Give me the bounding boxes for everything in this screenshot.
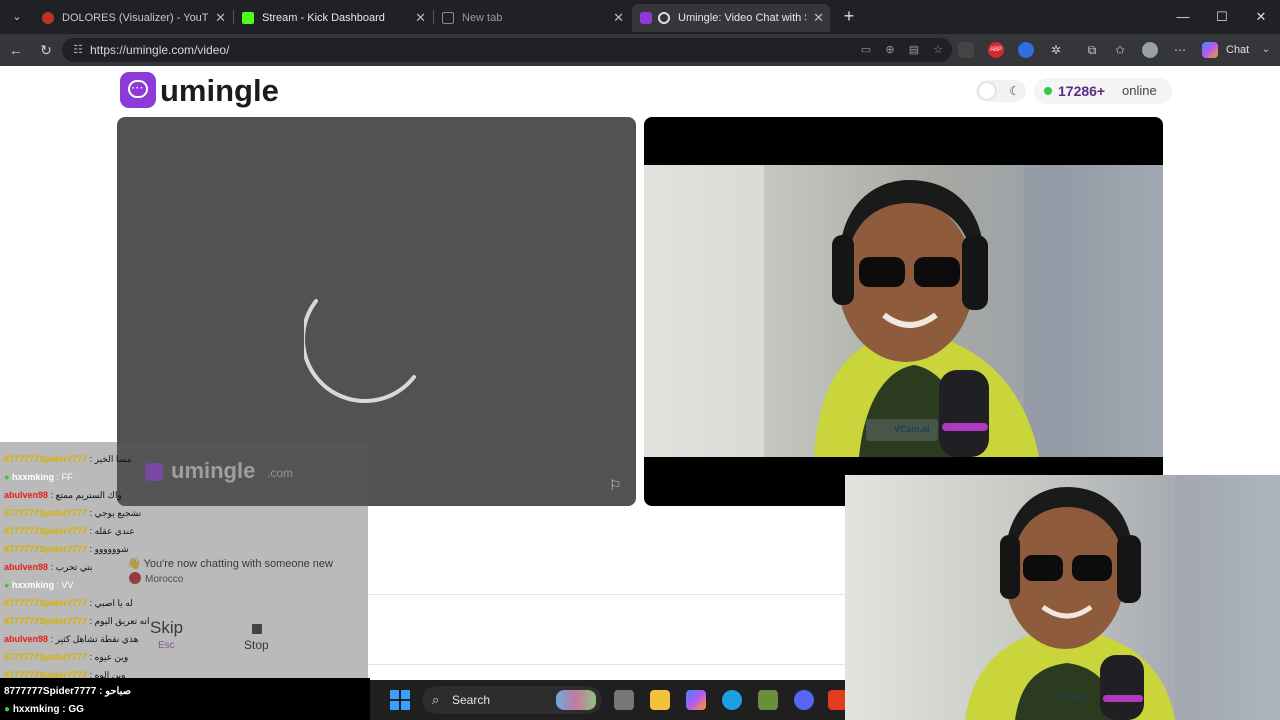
file-explorer-icon[interactable] (650, 690, 670, 710)
webcam-person-image (644, 165, 1163, 457)
maximize-button[interactable]: ☐ (1203, 0, 1241, 34)
online-count: 17286+ (1058, 83, 1106, 99)
site-info-icon[interactable]: ☷ (70, 42, 86, 58)
new-tab-button[interactable]: + (838, 5, 860, 27)
new-tab-favicon-icon (442, 12, 454, 24)
back-icon[interactable]: ← (4, 38, 28, 62)
tab-label: Umingle: Video Chat with Stra (678, 12, 806, 24)
split-screen-icon[interactable]: ⧉ (1084, 42, 1100, 58)
adblock-plus-icon[interactable]: ABP (988, 42, 1004, 58)
chat-line: 8777777Spider7777 : شوووووو (4, 544, 129, 554)
facecam-overlay: VCam.ai (845, 475, 1280, 720)
loading-spinner-icon (304, 299, 416, 403)
online-label: online (1122, 83, 1157, 98)
umingle-favicon-icon (640, 12, 652, 24)
reload-icon[interactable]: ↻ (34, 38, 58, 62)
favorite-star-icon[interactable]: ☆ (930, 42, 946, 58)
taskbar-search[interactable]: ⌕ Search (422, 686, 602, 714)
chat-line: abulven98 : بتي تحرب (4, 562, 93, 572)
kick-favicon-icon (242, 12, 254, 24)
zoom-icon[interactable]: ⊕ (882, 42, 898, 58)
message-input-line (368, 664, 848, 665)
chat-line: ● hxxmking : FF (4, 472, 73, 482)
browser-toolbar: ← ↻ ☷ https://umingle.com/video/ ▭ ⊕ ▤ ☆… (0, 34, 1280, 66)
address-bar[interactable]: ☷ https://umingle.com/video/ ▭ ⊕ ▤ ☆ (62, 38, 952, 62)
reader-icon[interactable]: ▤ (906, 42, 922, 58)
screen: ⌄ DOLORES (Visualizer) - YouTube ✕ Strea… (0, 0, 1280, 720)
camera-in-use-icon[interactable]: ▭ (858, 42, 874, 58)
browser-tab-strip: ⌄ DOLORES (Visualizer) - YouTube ✕ Strea… (0, 0, 1280, 34)
vcam-watermark: VCam.ai (894, 424, 930, 434)
online-status-dot (1044, 87, 1052, 95)
stream-chat-footer: 8777777Spider7777 : صباحو ● hxxmking : G… (0, 678, 370, 720)
chat-line: 8777777Spider7777 : وين عيوه (4, 652, 129, 662)
profile-avatar-icon[interactable] (1142, 42, 1158, 58)
copilot-app-icon[interactable] (686, 690, 706, 710)
edge-browser-icon[interactable] (722, 690, 742, 710)
chat-line: abulven98 : واك الستريم ممتع (4, 490, 122, 500)
search-label: Search (452, 693, 491, 707)
chat-line: ● hxxmking : GG (4, 704, 84, 715)
self-video-panel: VCam.ai (644, 117, 1163, 506)
recording-indicator-icon (658, 12, 670, 24)
youtube-favicon-icon (42, 12, 54, 24)
puzzle-extensions-icon[interactable]: ✲ (1048, 42, 1064, 58)
chat-line: abulven98 : هذي نقطة تشاهل كثير (4, 634, 139, 644)
discord-icon[interactable] (794, 690, 814, 710)
online-counter: 17286+ online (1034, 78, 1172, 104)
chat-line: 8777777Spider7777 : مسا الخير (4, 454, 132, 464)
sidebar-chevron-icon[interactable]: ⌄ (1254, 38, 1278, 62)
stream-chat-overlay: 8777777Spider7777 : مسا الخير ● hxxmking… (0, 442, 368, 680)
tab-kick-dashboard[interactable]: Stream - Kick Dashboard ✕ (234, 4, 432, 32)
facecam-person-image (965, 475, 1280, 720)
tab-close-icon[interactable]: ✕ (415, 4, 426, 32)
tab-label: New tab (462, 12, 503, 24)
toggle-knob (979, 83, 995, 99)
search-highlight-icon (556, 690, 596, 710)
chat-line: 8777777Spider7777 : صباحو (4, 686, 132, 697)
extension-icon[interactable] (1018, 42, 1034, 58)
tab-new-tab[interactable]: New tab ✕ (434, 4, 630, 32)
copilot-chat-button[interactable]: Chat (1200, 40, 1258, 60)
copilot-icon (1202, 42, 1218, 58)
chat-line: 8777777Spider7777 : عندي عقله (4, 526, 135, 536)
umingle-logo-icon[interactable]: ··· (120, 72, 156, 108)
chat-divider (368, 594, 848, 595)
tab-close-icon[interactable]: ✕ (613, 4, 624, 32)
url-text[interactable]: https://umingle.com/video/ (90, 38, 229, 62)
report-flag-icon[interactable]: ⚐ (609, 477, 625, 493)
windows-start-icon[interactable] (390, 690, 410, 710)
chat-line: 8777777Spider7777 : انه تعريق اليوم (4, 616, 150, 626)
tab-youtube[interactable]: DOLORES (Visualizer) - YouTube ✕ (34, 4, 232, 32)
close-window-button[interactable]: ✕ (1242, 0, 1280, 34)
tab-close-icon[interactable]: ✕ (813, 4, 824, 32)
tab-close-icon[interactable]: ✕ (215, 4, 226, 32)
verified-badge-icon: ● (4, 580, 10, 590)
search-icon: ⌕ (432, 692, 440, 707)
chat-line: ● hxxmking : VV (4, 580, 74, 590)
bubble-dots: ··· (131, 83, 145, 94)
chat-line: 8777777Spider7777 : له يا اصبي (4, 598, 133, 608)
task-view-icon[interactable] (614, 690, 634, 710)
verified-badge-icon: ● (4, 704, 11, 715)
tab-label: DOLORES (Visualizer) - YouTube (62, 12, 208, 24)
chat-line: 8777777Spider7777 : تشجيع يوجي (4, 508, 142, 518)
moon-icon: ☾ (1009, 84, 1020, 98)
extension-grid-icon[interactable] (958, 42, 974, 58)
verified-badge-icon: ● (4, 472, 10, 482)
minecraft-icon[interactable] (758, 690, 778, 710)
favorites-icon[interactable]: ✩ (1112, 42, 1128, 58)
facecam-vcam-watermark: VCam.ai (1057, 693, 1089, 702)
self-camera-feed: VCam.ai (644, 165, 1163, 457)
chat-label: Chat (1226, 44, 1250, 56)
site-logo-text[interactable]: umingle (160, 72, 279, 110)
minimize-button[interactable]: — (1164, 0, 1202, 34)
theme-toggle[interactable]: ☾ (976, 80, 1026, 102)
tab-label: Stream - Kick Dashboard (262, 12, 385, 24)
more-menu-icon[interactable]: ⋯ (1172, 42, 1188, 58)
tab-umingle[interactable]: Umingle: Video Chat with Stra ✕ (632, 4, 830, 32)
tab-search-chevron-icon[interactable]: ⌄ (6, 6, 28, 28)
windows-taskbar: ⌕ Search (370, 680, 848, 720)
